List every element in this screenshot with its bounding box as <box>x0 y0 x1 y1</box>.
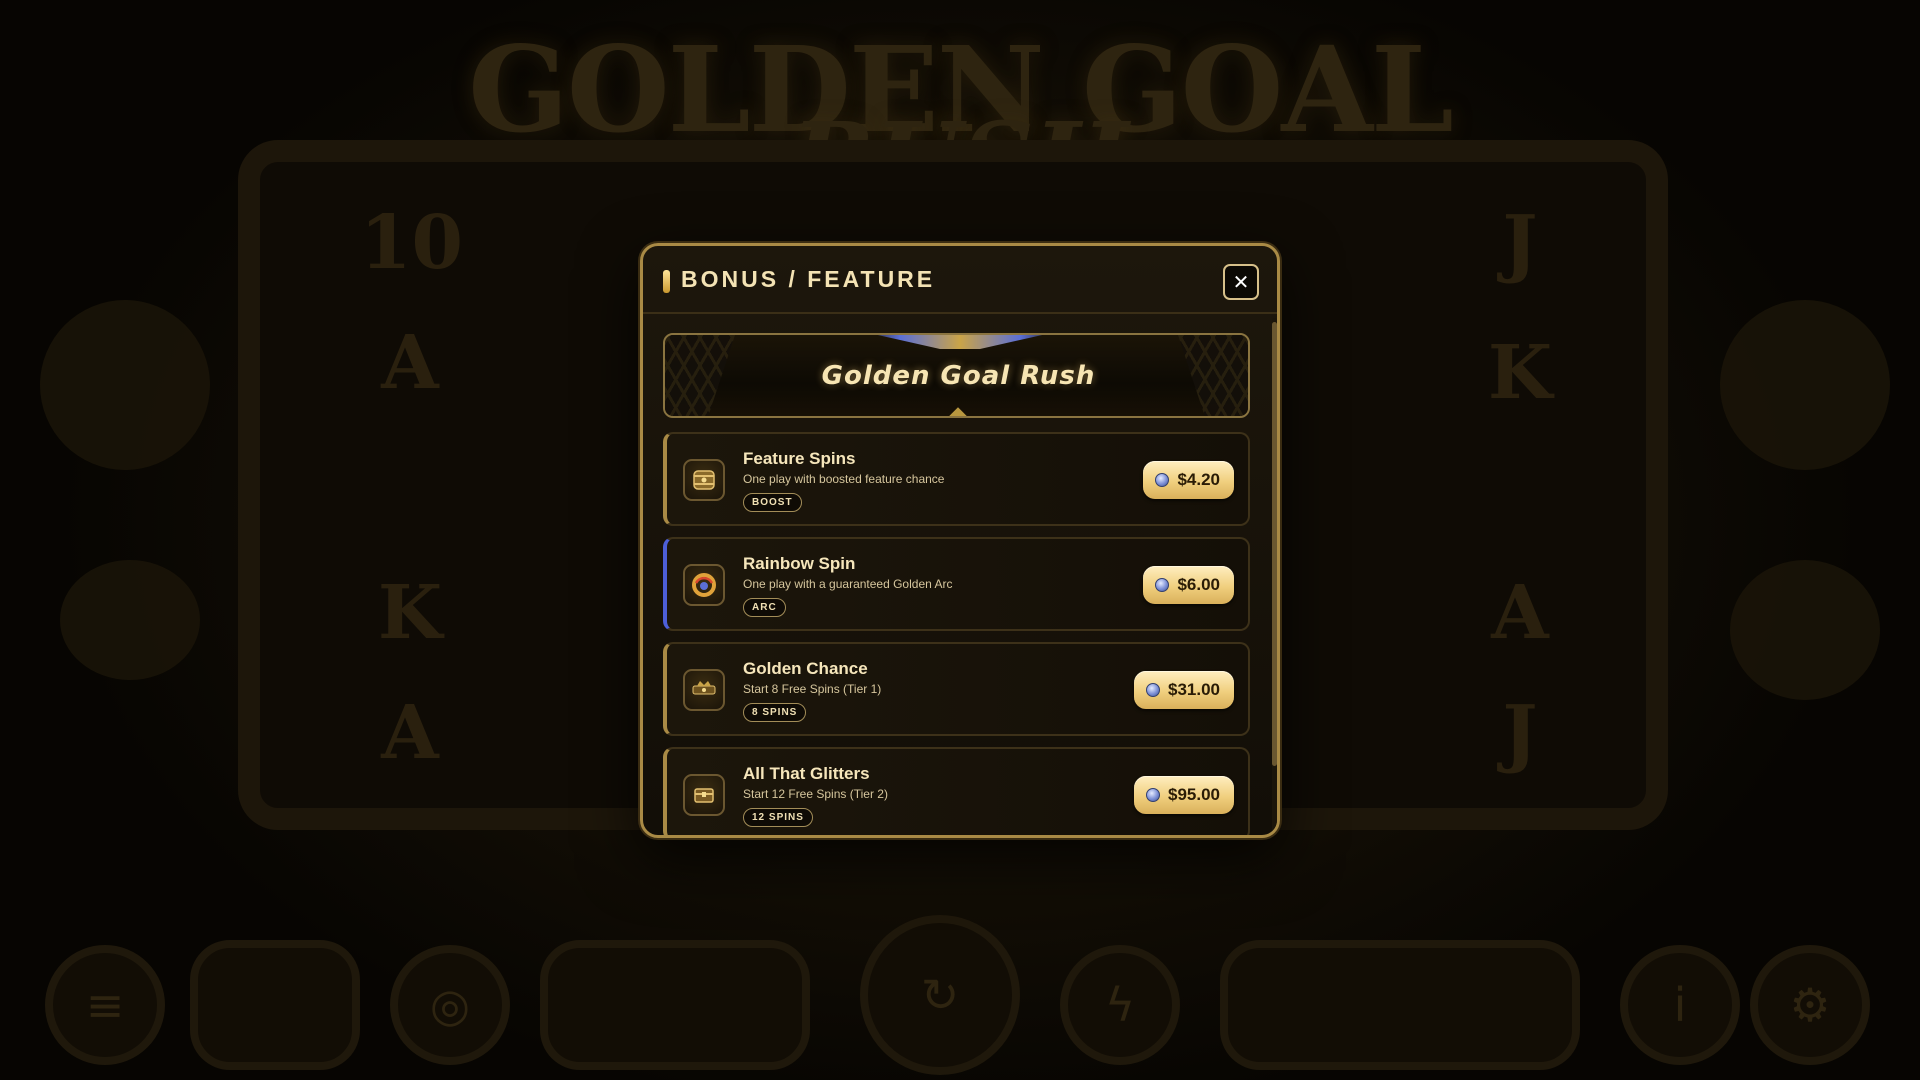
offer-card-feature-spins: Feature Spins One play with boosted feat… <box>663 432 1250 526</box>
offer-tag-badge: ARC <box>743 598 786 617</box>
offer-name: Rainbow Spin <box>743 554 856 573</box>
buy-rainbow-spin-button[interactable]: $6.00 <box>1143 566 1234 604</box>
buy-golden-chance-button[interactable]: $31.00 <box>1134 671 1234 709</box>
offer-price: $6.00 <box>1177 575 1220 594</box>
right-decoration <box>1730 560 1880 700</box>
close-icon: ✕ <box>1232 270 1250 294</box>
offers-scroll-area[interactable]: Golden Goal Rush Feature Spins One play … <box>643 316 1277 835</box>
reel-symbol: K <box>377 570 443 656</box>
offer-price: $4.20 <box>1177 470 1220 489</box>
reel-symbol: 10 <box>360 200 463 286</box>
coin-icon <box>1155 473 1170 487</box>
offer-tag-badge: 8 SPINS <box>743 703 807 722</box>
banner-crest-icon <box>860 335 1060 349</box>
offer-card-all-that-glitters: All That Glitters Start 12 Free Spins (T… <box>663 747 1250 835</box>
title-accent-bar <box>663 270 670 293</box>
shop-button <box>190 940 360 1070</box>
banner-title: Golden Goal Rush <box>821 361 1096 391</box>
offer-tag-badge: 12 SPINS <box>743 808 813 827</box>
offer-name: All That Glitters <box>743 764 870 783</box>
reel-symbol: A <box>1491 570 1549 656</box>
banner-diamond-icon <box>945 407 971 416</box>
right-decoration <box>1720 300 1890 470</box>
reel-symbol: J <box>1502 200 1538 286</box>
close-button[interactable]: ✕ <box>1223 264 1259 300</box>
menu-button: ≡ <box>45 945 165 1065</box>
reel-symbol: K <box>1487 330 1553 416</box>
autoplay-button: ◎ <box>390 945 510 1065</box>
game-banner: Golden Goal Rush <box>663 333 1250 418</box>
scrollbar-thumb[interactable] <box>1272 322 1277 766</box>
reel-symbol: A <box>381 690 439 776</box>
offer-description: Start 12 Free Spins (Tier 2) <box>743 787 888 801</box>
settings-button: ⚙ <box>1750 945 1870 1065</box>
spin-button: ↻ <box>860 915 1020 1075</box>
coin-icon <box>1146 683 1160 697</box>
rainbow-ring-icon <box>683 564 725 606</box>
barrel-icon <box>683 459 725 501</box>
buy-feature-spins-button[interactable]: $4.20 <box>1143 461 1234 499</box>
offer-description: One play with boosted feature chance <box>743 472 945 486</box>
bonus-feature-modal: BONUS / FEATURE ✕ Golden Goal Rush Featu <box>640 243 1280 838</box>
offer-price: $95.00 <box>1168 785 1220 804</box>
modal-title: BONUS / FEATURE <box>681 266 936 292</box>
offer-description: One play with a guaranteed Golden Arc <box>743 577 953 591</box>
reel-symbol: A <box>381 320 439 406</box>
turbo-button: ϟ <box>1060 945 1180 1065</box>
bet-stepper-panel <box>1220 940 1580 1070</box>
golden-logo-icon <box>683 669 725 711</box>
offer-card-rainbow-spin: Rainbow Spin One play with a guaranteed … <box>663 537 1250 631</box>
offer-name: Golden Chance <box>743 659 868 678</box>
left-decoration <box>60 560 200 680</box>
bet-panel <box>540 940 810 1070</box>
offer-price: $31.00 <box>1168 680 1220 699</box>
info-button: i <box>1620 945 1740 1065</box>
offer-tag-badge: BOOST <box>743 493 802 512</box>
reel-symbol: J <box>1502 690 1538 776</box>
coin-icon <box>1155 578 1170 592</box>
offer-description: Start 8 Free Spins (Tier 1) <box>743 682 882 696</box>
offer-card-golden-chance: Golden Chance Start 8 Free Spins (Tier 1… <box>663 642 1250 736</box>
offer-name: Feature Spins <box>743 449 856 468</box>
buy-all-that-glitters-button[interactable]: $95.00 <box>1134 776 1234 814</box>
modal-header: BONUS / FEATURE ✕ <box>643 246 1277 314</box>
treasure-chest-icon <box>683 774 725 816</box>
coin-icon <box>1146 788 1160 802</box>
left-decoration <box>40 300 210 470</box>
